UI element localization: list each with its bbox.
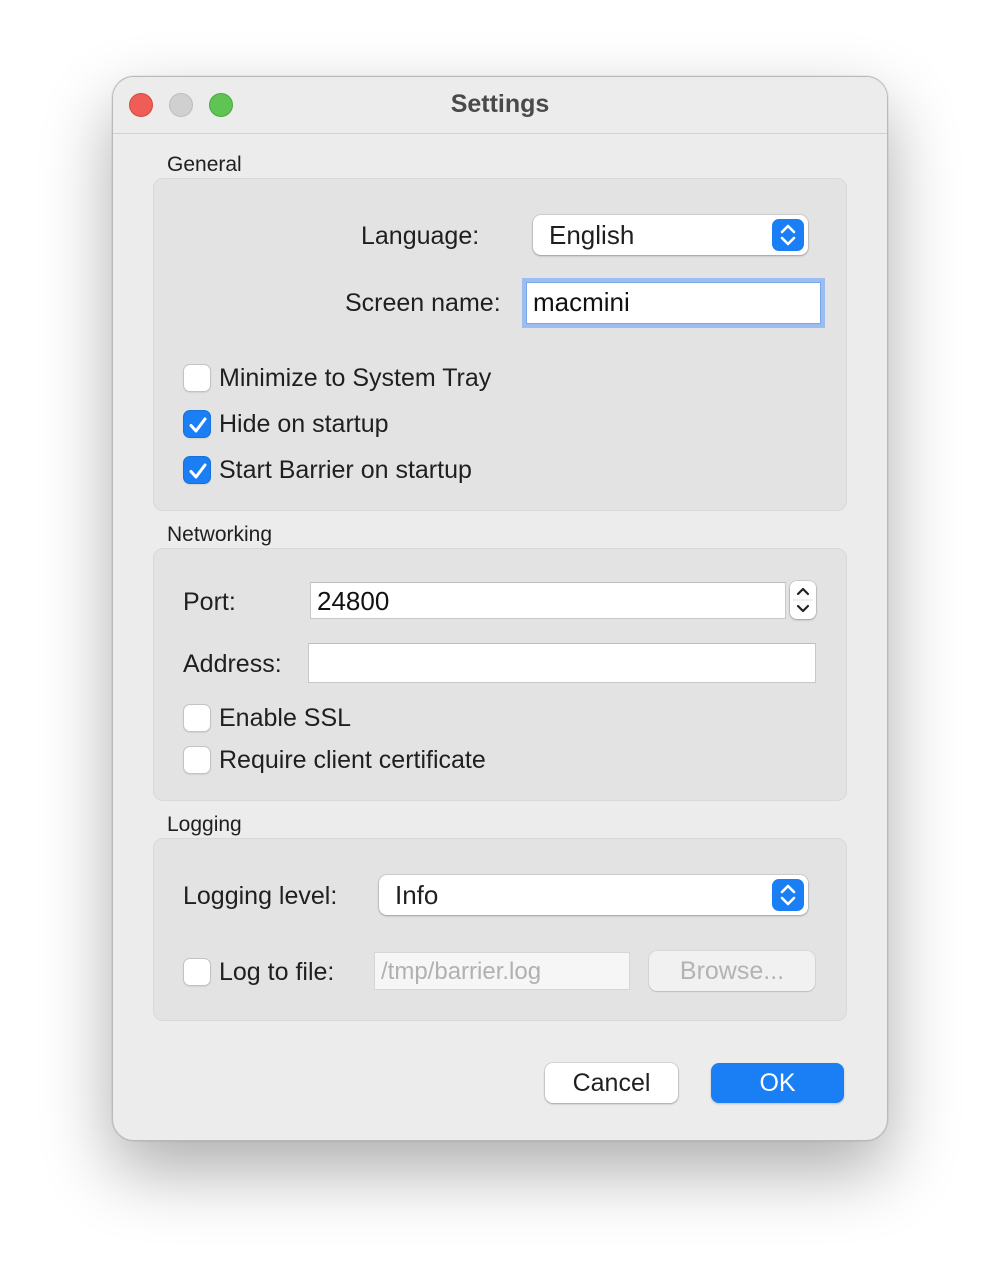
log-file-path-placeholder: /tmp/barrier.log — [381, 958, 542, 985]
port-value: 24800 — [317, 586, 390, 616]
window-title: Settings — [450, 90, 550, 118]
cancel-button[interactable]: Cancel — [545, 1063, 678, 1103]
language-select-value: English — [549, 220, 635, 250]
screen-name-value: macmini — [533, 287, 630, 317]
networking-group: Port: 24800 Address: Enable SSL Require … — [153, 548, 847, 801]
screen-name-label: Screen name: — [345, 289, 501, 317]
logging-level-value: Info — [395, 880, 439, 910]
require-client-certificate-label: Require client certificate — [219, 746, 486, 774]
checkmark-icon — [189, 417, 207, 433]
minimize-to-tray-label: Minimize to System Tray — [219, 364, 492, 392]
general-group: Language: English Screen name: macmini M… — [153, 178, 847, 511]
checkmark-icon — [189, 463, 207, 479]
logging-section-label: Logging — [167, 813, 242, 836]
ok-button[interactable]: OK — [711, 1063, 844, 1103]
up-down-chevron-icon — [772, 879, 804, 911]
log-to-file-checkbox[interactable] — [183, 958, 211, 986]
hide-on-startup-checkbox[interactable] — [183, 410, 211, 438]
enable-ssl-label: Enable SSL — [219, 704, 352, 732]
minimize-to-tray-checkbox[interactable] — [183, 364, 211, 392]
log-file-path-field[interactable]: /tmp/barrier.log — [374, 952, 630, 990]
language-select[interactable]: English — [533, 215, 808, 255]
networking-section-label: Networking — [167, 523, 273, 546]
up-down-chevron-icon — [772, 219, 804, 251]
general-section-label: General — [167, 153, 242, 176]
logging-level-select[interactable]: Info — [379, 875, 808, 915]
port-stepper[interactable] — [790, 581, 816, 619]
enable-ssl-checkbox[interactable] — [183, 704, 211, 732]
logging-level-label: Logging level: — [183, 882, 338, 910]
hide-on-startup-label: Hide on startup — [219, 410, 389, 438]
screen-name-field[interactable]: macmini — [526, 282, 821, 324]
language-label: Language: — [361, 222, 480, 250]
title-bar[interactable]: Settings — [113, 77, 887, 134]
port-field[interactable]: 24800 — [310, 582, 786, 619]
browse-button[interactable]: Browse... — [649, 951, 815, 991]
logging-group: Logging level: Info Log to file: /tmp/ba… — [153, 838, 847, 1021]
require-client-certificate-checkbox[interactable] — [183, 746, 211, 774]
address-label: Address: — [183, 650, 282, 678]
address-field[interactable] — [308, 643, 816, 683]
stepper-arrows-icon — [793, 587, 813, 613]
start-barrier-on-startup-checkbox[interactable] — [183, 456, 211, 484]
settings-window: Settings General Language: English Scree… — [112, 76, 888, 1141]
start-barrier-on-startup-label: Start Barrier on startup — [219, 456, 472, 484]
log-to-file-label: Log to file: — [219, 958, 335, 986]
port-label: Port: — [183, 588, 236, 616]
